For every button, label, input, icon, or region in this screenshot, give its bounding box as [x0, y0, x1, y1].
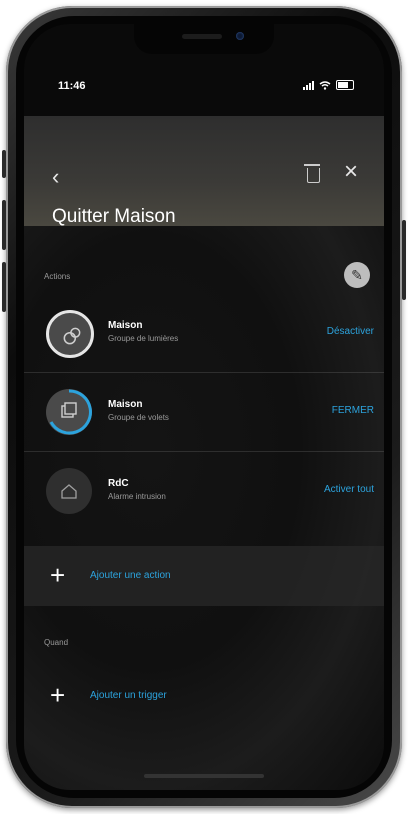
speaker	[182, 34, 222, 39]
status-time: 11:46	[58, 80, 86, 92]
front-camera	[236, 32, 244, 40]
add-action-label: Ajouter une action	[90, 570, 171, 581]
wifi-icon	[319, 80, 331, 90]
add-trigger-button[interactable]: + Ajouter un trigger	[24, 666, 384, 726]
add-action-button[interactable]: + Ajouter une action	[24, 546, 384, 606]
side-button	[2, 150, 6, 178]
row-subtitle: Groupe de volets	[108, 413, 169, 422]
row-title: Maison	[108, 320, 143, 331]
action-row[interactable]: RdC Alarme intrusion Activer tout	[24, 452, 384, 530]
row-title: Maison	[108, 399, 143, 410]
screen: 11:46 ‹ × Quitter Maison Actions ✎ Maiso…	[24, 24, 384, 790]
row-title: RdC	[108, 478, 129, 489]
home-indicator	[144, 774, 264, 778]
row-subtitle: Alarme intrusion	[108, 492, 166, 501]
trash-icon[interactable]	[304, 164, 320, 183]
plus-icon: +	[50, 680, 66, 710]
shutters-icon	[61, 402, 77, 418]
when-section-label: Quand	[44, 638, 69, 647]
house-icon	[61, 484, 77, 499]
add-trigger-label: Ajouter un trigger	[90, 690, 167, 701]
notch	[134, 24, 274, 54]
signal-icon	[303, 80, 314, 90]
action-row[interactable]: Maison Groupe de lumières Désactiver	[24, 294, 384, 373]
action-row[interactable]: Maison Groupe de volets FERMER	[24, 373, 384, 452]
status-bar: 11:46	[24, 78, 384, 102]
pencil-icon[interactable]: ✎	[344, 262, 370, 288]
close-shutters-button[interactable]: FERMER	[332, 405, 374, 416]
header: ‹ × Quitter Maison	[24, 116, 384, 227]
power-button	[402, 220, 406, 300]
row-subtitle: Groupe de lumières	[108, 334, 179, 343]
page-title: Quitter Maison	[52, 206, 176, 227]
volume-down-button	[2, 262, 6, 312]
lights-avatar	[46, 310, 94, 358]
deactivate-button[interactable]: Désactiver	[327, 326, 374, 337]
shutters-avatar	[46, 389, 92, 435]
back-icon[interactable]: ‹	[52, 164, 59, 190]
activate-all-button[interactable]: Activer tout	[324, 484, 374, 495]
actions-section-label: Actions	[44, 272, 71, 281]
house-avatar	[46, 468, 92, 514]
status-icons	[303, 80, 354, 90]
lights-icon	[63, 327, 81, 345]
main-content: Actions ✎ Maison Groupe de lumières Désa…	[24, 226, 384, 790]
volume-up-button	[2, 200, 6, 250]
battery-icon	[336, 80, 354, 90]
close-icon[interactable]: ×	[344, 158, 358, 186]
plus-icon: +	[50, 560, 66, 590]
